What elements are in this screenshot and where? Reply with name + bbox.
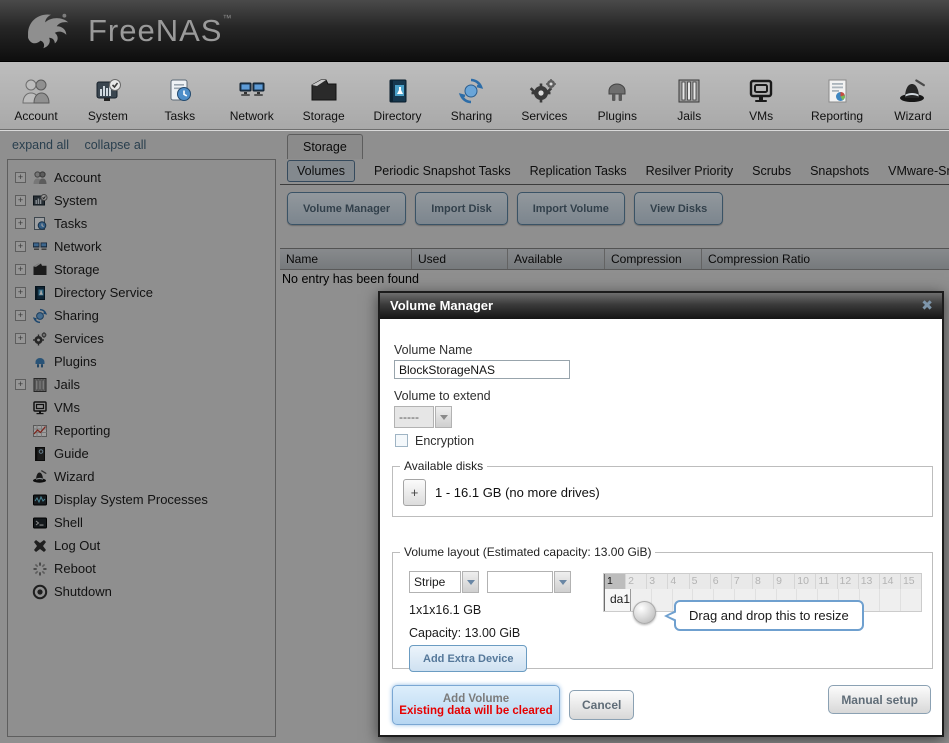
dialog-body: Volume Name Volume to extend ----- Encry… bbox=[380, 319, 942, 735]
toolbar-label: Network bbox=[230, 109, 274, 123]
brand-bar: FreeNAS™ bbox=[0, 0, 949, 62]
freenas-shark-logo-icon bbox=[22, 9, 80, 53]
toolbar-label: Storage bbox=[303, 109, 345, 123]
account-icon bbox=[21, 77, 51, 105]
disk-count-select[interactable] bbox=[487, 571, 571, 593]
plugins-icon bbox=[602, 77, 632, 105]
volume-to-extend-label: Volume to extend bbox=[394, 389, 491, 403]
sharing-icon bbox=[456, 77, 486, 105]
grid-col-header[interactable]: 15 bbox=[901, 574, 921, 589]
add-volume-button[interactable]: Add Volume Existing data will be cleared bbox=[392, 685, 560, 725]
toolbar-item-account[interactable]: Account bbox=[14, 77, 58, 123]
icon-toolbar: Account System Tasks Network Storage Dir… bbox=[0, 62, 949, 130]
system-icon bbox=[93, 77, 123, 105]
services-gears-icon bbox=[529, 77, 559, 105]
manual-setup-button[interactable]: Manual setup bbox=[828, 685, 931, 714]
grid-col-header[interactable]: 13 bbox=[859, 574, 880, 589]
toolbar-label: Sharing bbox=[451, 109, 492, 123]
grid-col-header[interactable]: 14 bbox=[880, 574, 901, 589]
available-disks-fieldset: Available disks + 1 - 16.1 GB (no more d… bbox=[392, 459, 933, 517]
add-volume-warning: Existing data will be cleared bbox=[393, 705, 559, 717]
toolbar-item-directory[interactable]: Directory bbox=[374, 77, 422, 123]
disk-count-value bbox=[487, 571, 553, 593]
toolbar-label: Jails bbox=[677, 109, 701, 123]
toolbar-item-storage[interactable]: Storage bbox=[302, 77, 346, 123]
volume-layout-fieldset: Volume layout (Estimated capacity: 13.00… bbox=[392, 545, 933, 669]
grid-col-header[interactable]: 7 bbox=[732, 574, 753, 589]
toolbar-item-jails[interactable]: Jails bbox=[667, 77, 711, 123]
disk-grid-header: 1 2 3 4 5 6 7 8 9 10 11 12 13 14 15 bbox=[604, 574, 921, 589]
toolbar-item-wizard[interactable]: Wizard bbox=[891, 77, 935, 123]
vms-icon bbox=[746, 77, 776, 105]
toolbar-label: System bbox=[88, 109, 128, 123]
resize-tooltip: Drag and drop this to resize bbox=[674, 600, 864, 631]
grid-col-header[interactable]: 5 bbox=[690, 574, 711, 589]
toolbar-label: Reporting bbox=[811, 109, 863, 123]
close-icon[interactable]: ✖ bbox=[921, 293, 933, 318]
toolbar-label: Directory bbox=[374, 109, 422, 123]
toolbar-item-services[interactable]: Services bbox=[521, 77, 567, 123]
grid-col-header[interactable]: 4 bbox=[668, 574, 689, 589]
add-disk-button[interactable]: + bbox=[403, 479, 426, 506]
dialog-title: Volume Manager bbox=[390, 298, 493, 313]
chevron-down-icon[interactable] bbox=[435, 406, 452, 428]
add-extra-device-button[interactable]: Add Extra Device bbox=[409, 645, 527, 672]
grid-col-header[interactable]: 1 bbox=[604, 574, 626, 589]
storage-folder-icon bbox=[309, 77, 339, 105]
volume-name-input[interactable] bbox=[394, 360, 570, 379]
wizard-hat-icon bbox=[898, 77, 928, 105]
resize-drag-handle[interactable] bbox=[633, 601, 656, 624]
layout-size-info: 1x1x16.1 GB bbox=[409, 603, 481, 617]
encryption-label: Encryption bbox=[415, 434, 474, 448]
grid-col-header[interactable]: 8 bbox=[753, 574, 774, 589]
volume-to-extend-value: ----- bbox=[394, 406, 434, 428]
tasks-icon bbox=[165, 77, 195, 105]
layout-capacity: Capacity: 13.00 GiB bbox=[409, 626, 520, 640]
reporting-icon bbox=[822, 77, 852, 105]
grid-col-header[interactable]: 2 bbox=[626, 574, 647, 589]
toolbar-item-network[interactable]: Network bbox=[230, 77, 274, 123]
chevron-down-icon[interactable] bbox=[462, 571, 479, 593]
toolbar-item-sharing[interactable]: Sharing bbox=[449, 77, 493, 123]
toolbar-label: Wizard bbox=[894, 109, 931, 123]
grid-col-header[interactable]: 9 bbox=[774, 574, 795, 589]
cancel-button[interactable]: Cancel bbox=[569, 690, 634, 720]
chevron-down-icon[interactable] bbox=[554, 571, 571, 593]
toolbar-item-reporting[interactable]: Reporting bbox=[811, 77, 863, 123]
toolbar-item-plugins[interactable]: Plugins bbox=[595, 77, 639, 123]
grid-col-header[interactable]: 12 bbox=[838, 574, 859, 589]
directory-book-icon bbox=[383, 77, 413, 105]
available-disk-entry: 1 - 16.1 GB (no more drives) bbox=[435, 485, 600, 500]
layout-type-select[interactable]: Stripe bbox=[409, 571, 479, 593]
encryption-checkbox[interactable] bbox=[395, 434, 408, 447]
toolbar-item-system[interactable]: System bbox=[86, 77, 130, 123]
disk-cell-da1[interactable]: da1 bbox=[604, 589, 631, 611]
volume-manager-dialog: Volume Manager ✖ Volume Name Volume to e… bbox=[378, 291, 944, 737]
volume-layout-legend: Volume layout (Estimated capacity: 13.00… bbox=[400, 545, 655, 559]
layout-type-value: Stripe bbox=[409, 571, 461, 593]
volume-name-label: Volume Name bbox=[394, 343, 473, 357]
grid-col-header[interactable]: 6 bbox=[711, 574, 732, 589]
toolbar-label: Tasks bbox=[164, 109, 195, 123]
dialog-title-bar[interactable]: Volume Manager ✖ bbox=[380, 293, 942, 319]
toolbar-label: Services bbox=[521, 109, 567, 123]
network-icon bbox=[237, 77, 267, 105]
grid-col-header[interactable]: 11 bbox=[816, 574, 837, 589]
add-volume-label: Add Volume bbox=[393, 693, 559, 705]
grid-col-header[interactable]: 3 bbox=[647, 574, 668, 589]
grid-col-header[interactable]: 10 bbox=[795, 574, 816, 589]
brand-title: FreeNAS™ bbox=[88, 13, 232, 49]
jails-icon bbox=[674, 77, 704, 105]
volume-to-extend-select[interactable]: ----- bbox=[394, 406, 452, 428]
available-disks-legend: Available disks bbox=[400, 459, 487, 473]
toolbar-item-tasks[interactable]: Tasks bbox=[158, 77, 202, 123]
toolbar-label: Plugins bbox=[598, 109, 637, 123]
toolbar-item-vms[interactable]: VMs bbox=[739, 77, 783, 123]
toolbar-label: VMs bbox=[749, 109, 773, 123]
toolbar-label: Account bbox=[14, 109, 57, 123]
